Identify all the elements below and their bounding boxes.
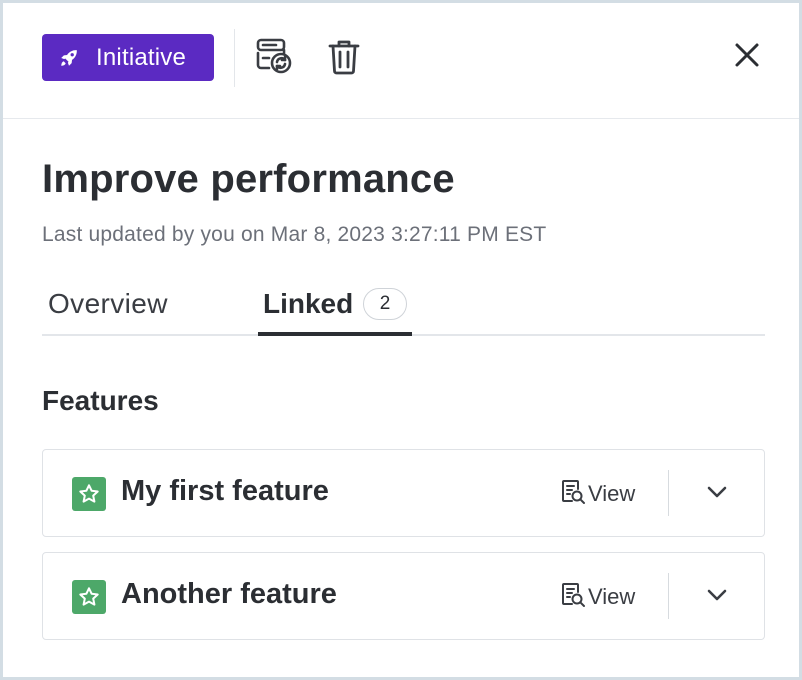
delete-button[interactable] [326, 39, 362, 79]
last-updated-text: Last updated by you on Mar 8, 2023 3:27:… [42, 223, 547, 246]
record-drawer: Initiative Improve performance Last upda… [3, 3, 799, 677]
expand-button[interactable] [703, 480, 731, 508]
tab-overview-label: Overview [48, 288, 168, 319]
card-divider [668, 573, 669, 619]
star-icon [72, 477, 106, 511]
tab-linked[interactable]: Linked 2 [258, 278, 412, 336]
list-item: Another feature View [42, 552, 765, 640]
star-icon [72, 580, 106, 614]
initiative-type-badge[interactable]: Initiative [42, 34, 214, 81]
convert-record-icon [254, 36, 294, 81]
view-button[interactable]: View [560, 581, 635, 613]
view-details-icon [560, 582, 586, 613]
expand-button[interactable] [703, 583, 731, 611]
type-badge-label: Initiative [96, 43, 187, 71]
tab-overview[interactable]: Overview [48, 278, 168, 336]
close-icon [734, 42, 760, 73]
convert-record-button[interactable] [253, 37, 295, 79]
rocket-icon [58, 47, 80, 69]
card-divider [668, 470, 669, 516]
view-button[interactable]: View [560, 478, 635, 510]
view-button-label: View [588, 481, 636, 506]
features-section-title: Features [42, 385, 159, 416]
view-button-label: View [588, 584, 636, 609]
tab-linked-label: Linked [263, 288, 354, 319]
list-item: My first feature View [42, 449, 765, 537]
header-divider [234, 29, 235, 87]
chevron-down-icon [707, 485, 727, 503]
feature-name[interactable]: My first feature [121, 475, 329, 508]
feature-name[interactable]: Another feature [121, 578, 337, 611]
view-details-icon [560, 479, 586, 510]
trash-icon [328, 39, 360, 80]
record-title[interactable]: Improve performance [42, 157, 455, 202]
tab-bar: Overview Linked 2 [42, 278, 765, 336]
chevron-down-icon [707, 588, 727, 606]
drawer-header: Initiative [3, 3, 799, 119]
close-button[interactable] [729, 39, 765, 75]
linked-count-badge: 2 [363, 288, 407, 320]
